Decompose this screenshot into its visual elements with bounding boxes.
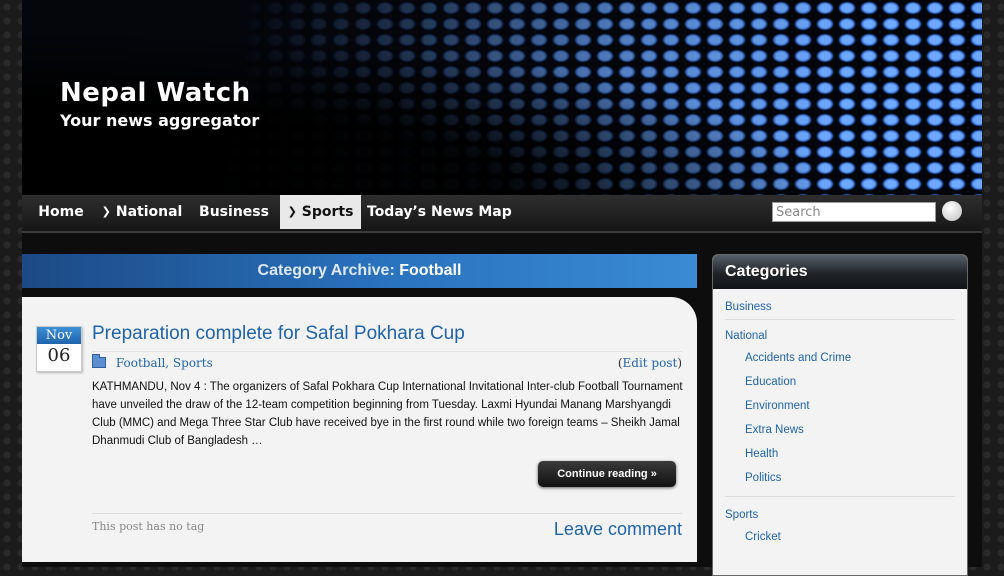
site-title[interactable]: Nepal Watch — [60, 78, 251, 108]
post-footer: This post has no tag Leave comment — [92, 513, 682, 539]
chevron-down-icon: ❯ — [287, 205, 297, 218]
main-navigation: Home ❯ National Business ❯ Sports Today’s … — [22, 195, 982, 233]
nav-item-label: Home — [38, 204, 84, 220]
category-item-politics[interactable]: Politics — [725, 468, 955, 497]
edit-post-link[interactable]: Edit post — [623, 356, 678, 370]
post-date-day: 06 — [47, 345, 71, 366]
archive-category-name: Football — [399, 262, 462, 279]
category-list: Business National Accidents and Crime Ed… — [713, 289, 967, 551]
post-title-link[interactable]: Preparation complete for Safal Pokhara C… — [92, 323, 465, 345]
post-entry: Nov 06 Preparation complete for Safal Po… — [22, 297, 697, 562]
category-archive-heading: Category Archive: Football — [22, 254, 697, 288]
nav-item-label: Business — [199, 204, 269, 220]
nav-item-news-map[interactable]: Today’s News Map — [367, 195, 512, 229]
post-date-badge: Nov 06 — [36, 326, 82, 372]
site-header: Nepal Watch Your news aggregator — [22, 0, 982, 195]
nav-item-label: Sports — [301, 204, 354, 220]
folder-icon — [92, 354, 106, 368]
sidebar-categories-widget: Categories Business National Accidents a… — [712, 254, 968, 576]
category-item-extra-news[interactable]: Extra News — [725, 420, 955, 444]
category-item-sports[interactable]: Sports — [725, 505, 955, 527]
post-meta: Football, Sports (Edit post) — [92, 351, 682, 370]
nav-item-label: National — [115, 204, 183, 220]
category-item-health[interactable]: Health — [725, 444, 955, 468]
category-link-football[interactable]: Football — [116, 356, 165, 370]
category-item-cricket[interactable]: Cricket — [725, 527, 955, 551]
edit-post-wrapper: (Edit post) — [617, 356, 682, 370]
nav-item-business[interactable]: Business — [194, 195, 274, 229]
archive-prefix: Category Archive: — [257, 262, 395, 279]
post-excerpt: KATHMANDU, Nov 4 : The organizers of Saf… — [92, 381, 683, 447]
continue-reading-button[interactable]: Continue reading » — [538, 461, 676, 487]
nav-item-label: Today’s News Map — [367, 204, 512, 220]
category-item-accidents-and-crime[interactable]: Accidents and Crime — [725, 348, 955, 372]
sidebar-heading: Categories — [713, 255, 967, 289]
leave-comment-link[interactable]: Leave comment — [554, 519, 682, 540]
nav-item-national[interactable]: ❯ National — [98, 195, 186, 229]
search-input[interactable] — [772, 202, 936, 222]
category-item-national[interactable]: National — [725, 326, 955, 348]
nav-item-home[interactable]: Home — [30, 195, 92, 229]
category-item-education[interactable]: Education — [725, 372, 955, 396]
post-date-month: Nov — [37, 327, 81, 344]
page-wrapper: Nepal Watch Your news aggregator Home ❯ N… — [22, 0, 982, 576]
chevron-down-icon: ❯ — [101, 205, 111, 218]
category-item-business[interactable]: Business — [725, 297, 955, 320]
category-link-sports[interactable]: Sports — [173, 356, 213, 370]
post-tags-text: This post has no tag — [92, 520, 205, 533]
site-description: Your news aggregator — [60, 111, 260, 130]
nav-item-sports[interactable]: ❯ Sports — [280, 195, 361, 229]
search-icon[interactable] — [942, 201, 962, 221]
category-item-environment[interactable]: Environment — [725, 396, 955, 420]
